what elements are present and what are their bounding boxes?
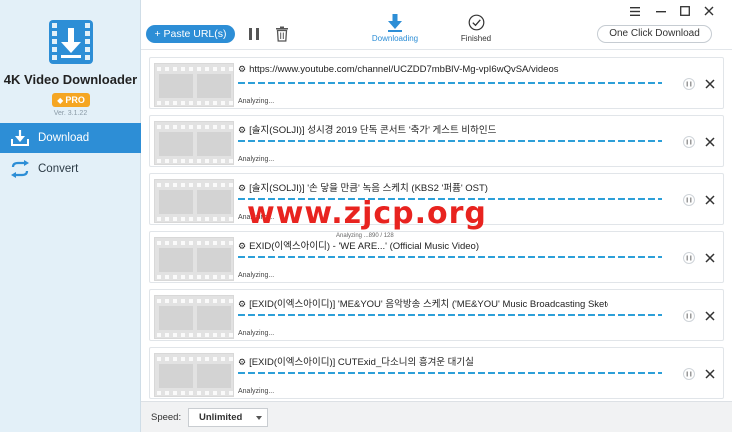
film-reel-icon: ⚙ — [238, 357, 247, 367]
download-title: ⚙ EXID(이엑스아이디) - 'WE ARE...' (Official Mu… — [238, 238, 608, 252]
download-title: ⚙ [솔지(SOLJI)] '손 닿을 만큼' 녹음 스케치 (KBS2 '퍼퓸'… — [238, 180, 608, 194]
download-title-text: [EXID(이엑스아이디)] CUTExid_다소니의 흥겨운 대기실 — [249, 357, 474, 368]
download-title-text: [솔지(SOLJI)] '손 닿을 만큼' 녹음 스케치 (KBS2 '퍼퓸' … — [249, 183, 488, 194]
progress-bar — [238, 314, 662, 316]
film-reel-icon: ⚙ — [238, 299, 247, 309]
tab-downloading[interactable]: Downloading — [360, 14, 430, 43]
close-icon[interactable] — [703, 309, 717, 323]
video-thumbnail — [154, 179, 234, 223]
download-arrow-icon — [360, 14, 430, 32]
sidebar-item-convert[interactable]: Convert — [0, 154, 141, 184]
film-reel-icon: ⚙ — [238, 64, 247, 74]
footer-bar: Speed: Unlimited — [141, 401, 732, 432]
toolbar: + Paste URL(s) Downloading Finished One … — [141, 0, 732, 50]
version-label: Ver. 3.1.22 — [53, 110, 88, 117]
download-status: Analyzing... — [238, 330, 275, 337]
film-reel-icon: ⚙ — [238, 125, 247, 135]
video-thumbnail — [154, 353, 234, 397]
download-title-text: https://www.youtube.com/channel/UCZDD7mb… — [249, 64, 559, 75]
film-reel-icon: ⚙ — [238, 241, 247, 251]
download-status: Analyzing... — [238, 388, 275, 395]
gem-icon: ◆ — [57, 96, 64, 105]
download-item[interactable]: ⚙ [솔지(SOLJI)] 성시경 2019 단독 콘서트 '축가' 게스트 비하… — [149, 115, 724, 167]
pro-badge-label: PRO — [65, 95, 85, 105]
video-thumbnail — [154, 237, 234, 281]
download-title: ⚙ [솔지(SOLJI)] 성시경 2019 단독 콘서트 '축가' 게스트 비하… — [238, 122, 608, 136]
pause-icon[interactable] — [683, 368, 695, 380]
sidebar-item-label: Convert — [38, 163, 79, 175]
close-icon[interactable] — [703, 77, 717, 91]
download-item[interactable]: ⚙ https://www.youtube.com/channel/UCZDD7m… — [149, 57, 724, 109]
pause-icon[interactable] — [683, 78, 695, 90]
speed-value: Unlimited — [199, 412, 243, 423]
download-item[interactable]: ⚙ EXID(이엑스아이디) - 'WE ARE...' (Official Mu… — [149, 231, 724, 283]
progress-bar — [238, 372, 662, 374]
check-circle-icon — [441, 14, 511, 32]
one-click-download-button[interactable]: One Click Download — [597, 25, 712, 43]
pause-all-icon[interactable] — [247, 26, 261, 42]
download-title-text: [EXID(이엑스아이디)] 'ME&YOU' 음악방송 스케치 ('ME&YO… — [249, 299, 608, 310]
tab-finished[interactable]: Finished — [441, 14, 511, 43]
progress-bar — [238, 256, 662, 258]
close-icon[interactable] — [703, 193, 717, 207]
sub-status: Analyzing ...890 / 128 — [336, 233, 394, 239]
menu-icon[interactable] — [629, 5, 641, 17]
download-title: ⚙ [EXID(이엑스아이디)] 'ME&YOU' 음악방송 스케치 ('ME&Y… — [238, 296, 608, 310]
download-item[interactable]: ⚙ [EXID(이엑스아이디)] CUTExid_다소니의 흥겨운 대기실 Ana… — [149, 347, 724, 399]
film-download-icon — [49, 20, 93, 64]
download-title-text: EXID(이엑스아이디) - 'WE ARE...' (Official Mus… — [249, 241, 479, 252]
progress-bar — [238, 82, 662, 84]
maximize-icon[interactable] — [679, 5, 691, 17]
trash-icon[interactable] — [274, 26, 290, 42]
download-title-text: [솔지(SOLJI)] 성시경 2019 단독 콘서트 '축가' 게스트 비하인… — [249, 125, 497, 136]
minimize-icon[interactable] — [655, 5, 667, 17]
close-icon[interactable] — [703, 135, 717, 149]
paste-url-button[interactable]: + Paste URL(s) — [146, 25, 235, 43]
progress-bar — [238, 140, 662, 142]
download-item[interactable]: ⚙ [EXID(이엑스아이디)] 'ME&YOU' 음악방송 스케치 ('ME&Y… — [149, 289, 724, 341]
download-tray-icon — [10, 128, 30, 148]
speed-select[interactable]: Unlimited — [188, 408, 268, 427]
tab-label: Finished — [460, 34, 492, 43]
video-thumbnail — [154, 63, 234, 107]
sidebar-item-download[interactable]: Download — [0, 123, 141, 153]
speed-label: Speed: — [151, 412, 182, 423]
video-thumbnail — [154, 121, 234, 165]
pause-icon[interactable] — [683, 310, 695, 322]
download-status: Analyzing... — [238, 156, 275, 163]
convert-arrows-icon — [10, 159, 30, 179]
sidebar-item-label: Download — [38, 132, 90, 144]
film-reel-icon: ⚙ — [238, 183, 247, 193]
download-title: ⚙ https://www.youtube.com/channel/UCZDD7m… — [238, 64, 608, 75]
pause-icon[interactable] — [683, 136, 695, 148]
sidebar: 4K Video Downloader ◆ PRO Ver. 3.1.22 Dow… — [0, 0, 141, 432]
close-icon[interactable] — [703, 367, 717, 381]
app-name: 4K Video Downloader — [3, 72, 138, 87]
download-status: Analyzing... — [238, 272, 275, 279]
tab-label: Downloading — [371, 34, 419, 43]
video-thumbnail — [154, 295, 234, 339]
pause-icon[interactable] — [683, 194, 695, 206]
chevron-down-icon — [256, 416, 262, 420]
pro-badge[interactable]: ◆ PRO — [52, 93, 90, 107]
pause-icon[interactable] — [683, 252, 695, 264]
download-status: Analyzing... — [238, 98, 275, 105]
watermark: www.zjcp.org — [247, 196, 487, 231]
close-icon[interactable] — [703, 251, 717, 265]
download-title: ⚙ [EXID(이엑스아이디)] CUTExid_다소니의 흥겨운 대기실 — [238, 354, 608, 368]
close-window-icon[interactable] — [703, 5, 715, 17]
